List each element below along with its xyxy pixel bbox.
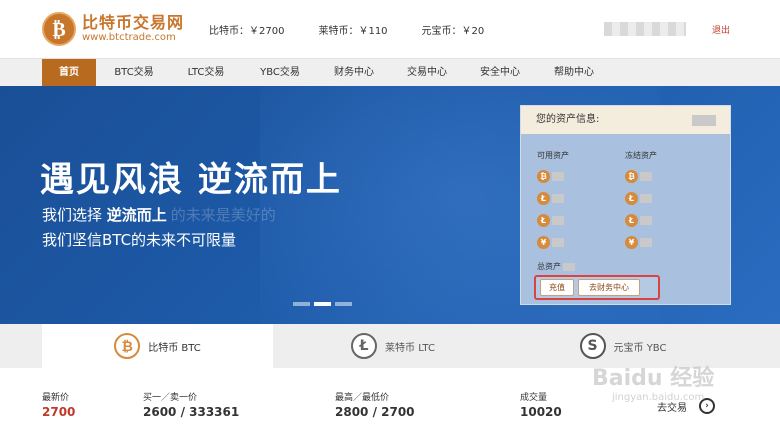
yuan-coin-icon: ¥	[625, 236, 638, 249]
logo-url: www.btctrade.com	[82, 32, 176, 43]
price-btc: 比特币：￥2700	[209, 26, 285, 37]
username-blurred[interactable]	[604, 22, 686, 36]
nav-ltc-trade[interactable]: LTC交易	[176, 59, 236, 87]
watermark: Baidu 经验	[592, 366, 715, 391]
nav-security-center[interactable]: 安全中心	[470, 59, 530, 87]
nav-finance-center[interactable]: 财务中心	[324, 59, 384, 87]
bitcoin-logo-icon: ₿	[42, 12, 76, 46]
tab-ybc-label: 元宝币 YBC	[613, 342, 667, 354]
bitcoin-icon: ₿	[114, 333, 141, 359]
highlight-box: 充值 去财务中心	[534, 275, 660, 300]
nav-trade-center[interactable]: 交易中心	[397, 59, 457, 87]
banner-headline: 遇见风浪 逆流而上	[40, 160, 342, 200]
price-ybc: 元宝币：￥20	[421, 26, 485, 37]
tab-ltc[interactable]: Ł 莱特币 LTC	[273, 324, 513, 368]
high-low-value: 2800 / 2700	[335, 405, 415, 419]
header: ₿ 比特币交易网 www.btctrade.com 比特币：￥2700 莱特币：…	[0, 0, 780, 58]
nav-home[interactable]: 首页	[42, 59, 96, 87]
logo-name: 比特币交易网	[82, 13, 185, 32]
btc-coin-icon: ₿	[537, 170, 550, 183]
bid-ask-value: 2600 / 333361	[143, 405, 240, 419]
ltc-coin-icon: Ł	[625, 192, 638, 205]
banner-subtitle-1: 我们选择 逆流而上 的未来是美好的	[42, 206, 276, 224]
frozen-assets-label: 冻结资产	[625, 151, 657, 160]
tab-btc-label: 比特币 BTC	[148, 342, 201, 354]
total-assets: 总资产	[537, 261, 575, 272]
available-assets: 可用资产 ₿ Ł Ł ¥	[537, 150, 569, 249]
tab-btc[interactable]: ₿ 比特币 BTC	[42, 324, 273, 368]
logout-link[interactable]: 退出	[712, 23, 730, 36]
carousel-dots	[293, 302, 356, 306]
tab-ltc-label: 莱特币 LTC	[385, 342, 435, 354]
carousel-dot-2[interactable]	[314, 302, 331, 306]
nav-help-center[interactable]: 帮助中心	[544, 59, 604, 87]
litecoin-icon: Ł	[351, 333, 378, 359]
ltc-coin-icon: Ł	[537, 192, 550, 205]
main-nav: 首页 BTC交易 LTC交易 YBC交易 财务中心 交易中心 安全中心 帮助中心	[0, 58, 780, 87]
carousel-dot-1[interactable]	[293, 302, 310, 306]
watermark-url: jingyan.baidu.com	[612, 392, 705, 403]
ltc-coin-icon: Ł	[625, 214, 638, 227]
asset-panel: 您的资产信息: 可用资产 ₿ Ł Ł ¥ 冻结资产 ₿ Ł Ł ¥ 总资产 充值…	[520, 105, 731, 305]
recharge-button[interactable]: 充值	[540, 279, 574, 296]
stat-bid-ask: 买一／卖一价 2600 / 333361	[143, 393, 240, 419]
yuan-coin-icon: ¥	[537, 236, 550, 249]
banner-subtitle-2: 我们坚信BTC的未来不可限量	[42, 231, 237, 249]
latest-price-value: 2700	[42, 405, 76, 419]
nav-ybc-trade[interactable]: YBC交易	[250, 59, 310, 87]
price-ltc: 莱特币：￥110	[318, 26, 388, 37]
volume-value: 10020	[520, 405, 562, 419]
site-logo[interactable]: ₿ 比特币交易网 www.btctrade.com	[42, 12, 184, 46]
stat-volume: 成交量 10020	[520, 393, 562, 419]
nav-btc-trade[interactable]: BTC交易	[104, 59, 164, 87]
asset-panel-title: 您的资产信息:	[521, 106, 730, 134]
go-finance-center-button[interactable]: 去财务中心	[578, 279, 640, 296]
carousel-dot-3[interactable]	[335, 302, 352, 306]
stat-high-low: 最高／最低价 2800 / 2700	[335, 393, 415, 419]
ltc-coin-icon: Ł	[537, 214, 550, 227]
account-id-blurred	[692, 115, 716, 126]
stat-latest-price: 最新价 2700	[42, 393, 76, 419]
yuanbaocoin-icon: S	[579, 333, 606, 359]
btc-coin-icon: ₿	[625, 170, 638, 183]
price-ticker: 比特币：￥2700 莱特币：￥110 元宝币：￥20	[209, 22, 518, 37]
frozen-assets: 冻结资产 ₿ Ł Ł ¥	[625, 150, 657, 249]
available-assets-label: 可用资产	[537, 151, 569, 160]
